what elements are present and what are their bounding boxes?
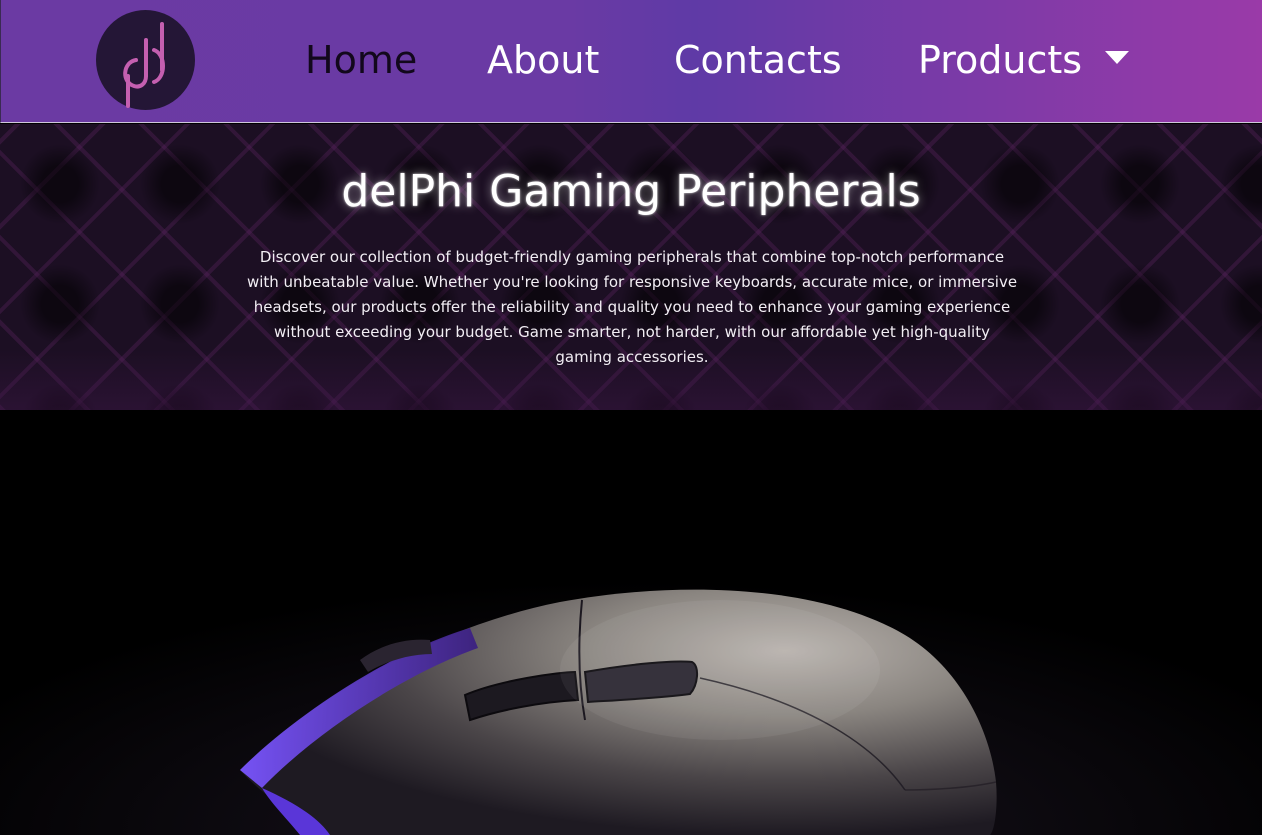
power-d-logo-icon	[123, 22, 165, 108]
nav-link-contacts[interactable]: Contacts	[674, 36, 842, 84]
nav-link-products[interactable]: Products	[918, 36, 1082, 84]
hero-description: Discover our collection of budget-friend…	[246, 248, 1018, 366]
hero-banner: delPhi Gaming Peripherals Discover our c…	[0, 124, 1262, 410]
caret-down-icon[interactable]	[1105, 51, 1129, 64]
nav-link-about[interactable]: About	[487, 36, 599, 84]
product-showcase	[0, 410, 1262, 835]
nav-link-home[interactable]: Home	[305, 36, 417, 84]
gaming-mouse-product-image	[0, 410, 1262, 835]
hero-title: delPhi Gaming Peripherals	[341, 166, 921, 217]
brand-logo[interactable]	[96, 10, 195, 110]
top-navbar: Home About Contacts Products	[0, 0, 1262, 123]
